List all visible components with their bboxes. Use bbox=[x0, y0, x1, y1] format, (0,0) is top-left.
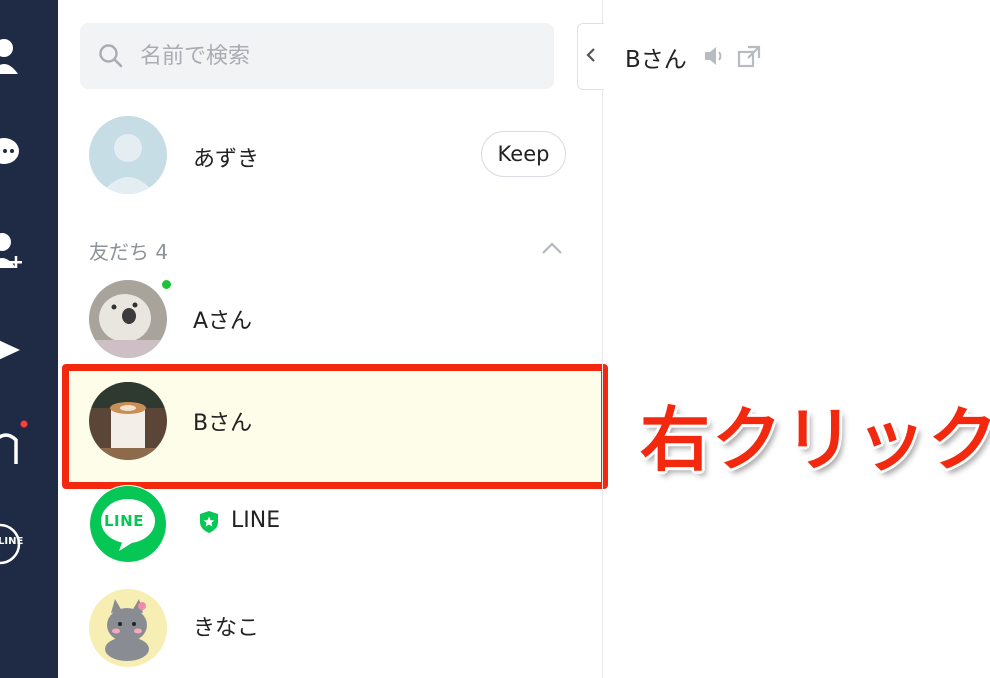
right-click-annotation: 右クリック bbox=[640, 399, 990, 481]
line-logo-icon[interactable]: LINE bbox=[0, 522, 24, 566]
friend-name-b[interactable]: Bさん bbox=[193, 405, 252, 437]
notifications-icon[interactable] bbox=[0, 418, 34, 466]
keep-button[interactable]: Keep bbox=[481, 131, 566, 177]
search-input[interactable] bbox=[140, 37, 540, 75]
openchat-icon[interactable] bbox=[0, 330, 24, 370]
chat-room-title: Bさん bbox=[625, 47, 687, 73]
friend-avatar-a[interactable] bbox=[89, 280, 167, 358]
panel-divider bbox=[602, 0, 603, 678]
chevron-up-icon[interactable] bbox=[540, 240, 564, 260]
add-friend-icon[interactable] bbox=[0, 230, 28, 274]
friend-name-kinako[interactable]: きなこ bbox=[193, 610, 259, 642]
chats-icon[interactable] bbox=[0, 132, 24, 172]
popout-window-icon[interactable] bbox=[737, 45, 761, 73]
friends-icon[interactable] bbox=[0, 36, 24, 76]
friend-name-line[interactable]: LINE bbox=[231, 508, 280, 533]
line-logo-text: LINE bbox=[0, 536, 24, 547]
friend-avatar-kinako[interactable] bbox=[89, 589, 167, 667]
online-status-dot bbox=[162, 280, 171, 289]
search-icon bbox=[98, 43, 124, 73]
friend-name-a[interactable]: Aさん bbox=[193, 303, 252, 335]
chevron-left-icon bbox=[586, 47, 596, 66]
my-profile-name[interactable]: あずき bbox=[193, 141, 259, 173]
line-logo-text: LINE bbox=[104, 512, 144, 530]
navigation-rail: LINE bbox=[0, 0, 58, 678]
friends-section-label: 友だち 4 bbox=[89, 240, 169, 264]
collapse-panel-button[interactable] bbox=[577, 23, 604, 90]
friend-avatar-b[interactable] bbox=[89, 382, 167, 460]
my-avatar[interactable] bbox=[89, 116, 167, 194]
speaker-icon[interactable] bbox=[703, 45, 727, 71]
search-bar bbox=[80, 23, 554, 89]
friend-avatar-line[interactable]: LINE bbox=[89, 485, 167, 563]
official-account-badge-icon bbox=[199, 510, 219, 538]
